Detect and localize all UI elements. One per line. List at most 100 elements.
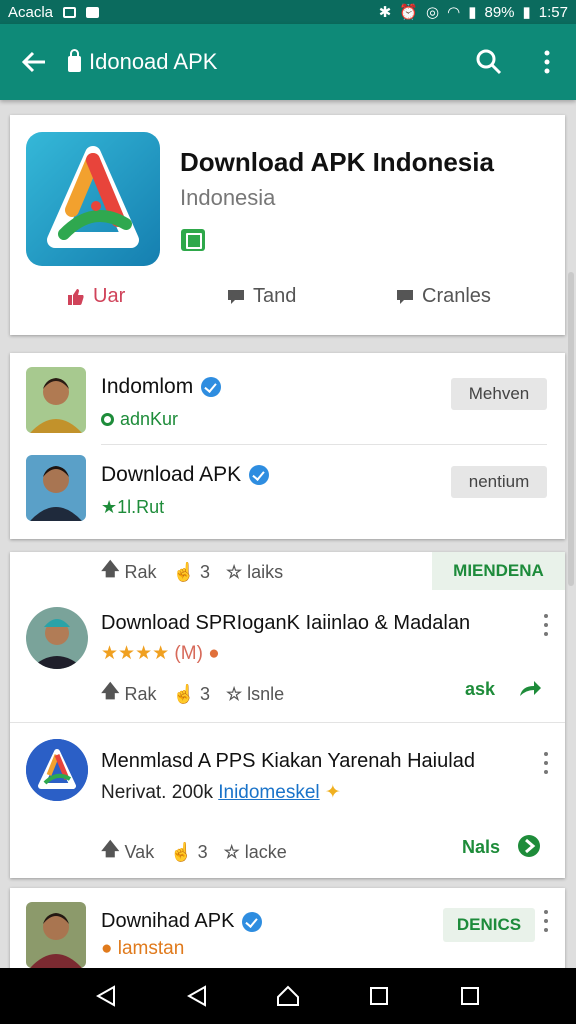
avatar <box>26 367 86 433</box>
thumb-up-icon <box>68 288 84 305</box>
battery-icon: ▮ <box>522 4 531 21</box>
system-nav-bar <box>0 968 576 1024</box>
meta-count: 3 <box>197 841 208 862</box>
publisher-sub: adnKur <box>120 409 179 429</box>
lock-icon <box>68 49 81 72</box>
clock: 1:57 <box>538 3 568 21</box>
meta-count: 3 <box>199 561 210 582</box>
app-name: Download APK Indonesia <box>180 147 494 177</box>
forward-circle-icon[interactable] <box>517 834 541 858</box>
post-meta: 🡅 Rak ☝ 3 ☆ laiks <box>101 557 283 587</box>
post-menu-button[interactable] <box>543 614 549 636</box>
verified-icon <box>201 377 222 397</box>
emoji-icon: ✦ <box>324 782 341 803</box>
share-action-button[interactable]: Tand <box>227 285 296 308</box>
avatar <box>26 902 86 968</box>
scrollbar[interactable] <box>568 272 574 586</box>
nav-recents-button[interactable] <box>366 983 392 1009</box>
signal-icon: ▮ <box>468 4 477 21</box>
publisher-row[interactable]: Indomlom adnKur Mehven <box>10 367 565 443</box>
post-action-button[interactable]: ask <box>465 679 495 700</box>
bluetooth-icon: ✱ <box>378 4 392 21</box>
meta-label: lsnle <box>247 683 285 704</box>
back-button[interactable] <box>0 24 68 100</box>
avatar <box>26 455 86 521</box>
post-menu-button[interactable] <box>543 910 549 932</box>
app-actions: Uar Tand Cranles <box>10 285 565 319</box>
verified-icon <box>249 465 270 485</box>
nav-back-button[interactable] <box>93 983 119 1009</box>
upvote-icon: 🡅 <box>101 839 120 859</box>
partial-title-wrap: Downihad APK <box>101 910 263 933</box>
like-label: Uar <box>93 285 126 307</box>
post-sub: Nerivat. 200k Inidomeskel ✦ <box>101 781 341 804</box>
overflow-menu-button[interactable] <box>518 24 576 100</box>
verified-badge-icon <box>181 229 205 251</box>
publisher-button[interactable]: nentium <box>451 466 547 498</box>
rating-text: (M) <box>174 643 203 664</box>
upvote-icon: 🡅 <box>101 559 120 579</box>
comment-icon <box>397 289 413 304</box>
avatar <box>26 607 88 669</box>
posts-card: 🡅 Rak ☝ 3 ☆ laiks MIENDENA Download SPRIoga… <box>10 552 565 878</box>
home-icon <box>276 985 299 1006</box>
status-bar: Acacla ✱ ⏰ ◎ ◠ ▮ 89% ▮ 1:57 <box>0 0 576 24</box>
publishers-card: Indomlom adnKur Mehven Download APK ★1l.… <box>10 353 565 539</box>
sync-icon: ◎ <box>426 4 440 21</box>
rating-stars: ★★★★ <box>101 643 170 664</box>
arrow-back-icon <box>21 51 45 73</box>
share-action-label: Tand <box>253 285 297 307</box>
meta-label: Rak <box>124 683 157 704</box>
search-icon <box>476 49 502 75</box>
page-title-wrap: Idonoad APK <box>68 49 217 75</box>
page-title: Idonoad APK <box>89 49 218 74</box>
publisher-name[interactable]: Downihad APK <box>101 910 234 933</box>
photo-notification-icon <box>63 6 77 18</box>
post-menu-button[interactable] <box>543 752 549 774</box>
back-triangle-icon <box>186 985 206 1007</box>
publisher-name: Download APK <box>101 463 242 486</box>
post-tag[interactable]: MIENDENA <box>432 552 565 590</box>
comment-action-button[interactable]: Cranles <box>396 285 491 308</box>
status-carrier: Acacla <box>8 3 54 21</box>
status-dot-icon <box>101 413 114 426</box>
thumb-icon: ☝ <box>170 841 193 862</box>
post-meta: 🡅 Rak ☝ 3 ☆ lsnle <box>101 679 284 709</box>
post-title[interactable]: Download SPRIoganK Iaiinlao & Madalan <box>101 612 470 635</box>
post-meta: 🡅 Vak ☝ 3 ☆ lacke <box>101 837 287 867</box>
divider <box>101 444 547 445</box>
triangle-logo-icon <box>47 146 139 248</box>
partial-card: Downihad APK ● lamstan DENICS <box>10 888 565 978</box>
more-vert-icon <box>544 50 550 74</box>
message-notification-icon <box>86 6 100 18</box>
post-link[interactable]: Inidomeskel <box>218 782 319 803</box>
back-triangle-icon <box>95 985 115 1007</box>
comment-icon <box>228 289 244 304</box>
nav-back-button-2[interactable] <box>184 983 210 1009</box>
publisher-row[interactable]: Download APK ★1l.Rut nentium <box>10 455 565 531</box>
nav-home-button[interactable] <box>275 983 301 1009</box>
nav-recents-button-2[interactable] <box>457 983 483 1009</box>
alarm-icon: ⏰ <box>399 4 419 21</box>
status-dot-icon: ● <box>101 938 113 959</box>
like-button[interactable]: Uar <box>67 285 125 308</box>
square-icon <box>461 987 480 1005</box>
publisher-button[interactable]: Mehven <box>451 378 547 410</box>
post-rating: ★★★★ (M) ● <box>101 642 220 665</box>
partial-tag[interactable]: DENICS <box>443 908 535 942</box>
post-title[interactable]: Menmlasd A PPS Kiakan Yarenah Haiulad <box>101 750 475 773</box>
comment-action-label: Cranles <box>422 285 491 307</box>
meta-label: lacke <box>244 841 287 862</box>
meta-label: Vak <box>124 841 155 862</box>
thumb-icon: ☝ <box>172 683 195 704</box>
meta-count: 3 <box>199 683 210 704</box>
avatar <box>26 739 88 801</box>
square-icon <box>370 987 389 1005</box>
app-icon[interactable] <box>26 132 160 266</box>
share-arrow-icon[interactable] <box>518 678 542 698</box>
search-button[interactable] <box>460 24 518 100</box>
wifi-icon: ◠ <box>447 4 461 21</box>
battery-percent: 89% <box>484 3 515 21</box>
publisher-sub: ★1l.Rut <box>101 497 165 517</box>
post-action-button[interactable]: Nals <box>462 837 500 858</box>
